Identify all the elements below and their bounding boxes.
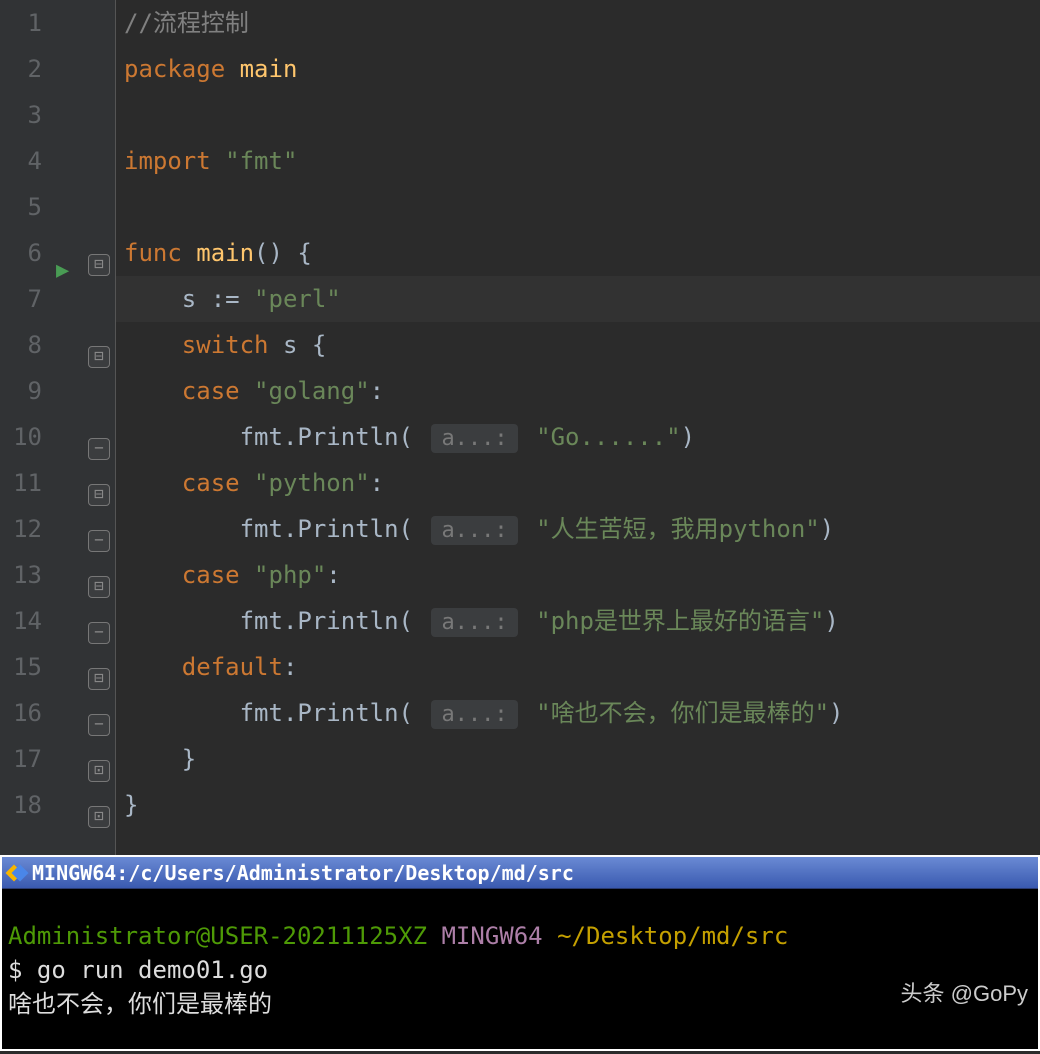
code-punct: )	[681, 423, 695, 451]
terminal-cwd: ~/Desktop/md/src	[557, 922, 788, 950]
fold-toggle-icon[interactable]: −	[88, 530, 110, 552]
code-text: fmt.Println(	[124, 699, 427, 727]
code-keyword: import	[124, 147, 225, 175]
code-area[interactable]: //流程控制 package main import "fmt" func ma…	[116, 0, 1040, 855]
terminal-title-path: :/c/Users/Administrator/Desktop/md/src	[116, 861, 574, 885]
terminal-window[interactable]: MINGW64:/c/Users/Administrator/Desktop/m…	[0, 855, 1040, 1051]
line-number-gutter: 1 2 3 4 5 6 7 8 9 10 11 12 13 14 15 16 1…	[0, 0, 50, 855]
terminal-body[interactable]: Administrator@USER-20211125XZ MINGW64 ~/…	[2, 889, 1038, 1027]
line-number: 18	[0, 782, 42, 828]
parameter-hint: a...:	[431, 700, 517, 729]
code-string: "Go......"	[522, 423, 681, 451]
parameter-hint: a...:	[431, 516, 517, 545]
code-identifier: main	[240, 55, 298, 83]
code-string: "golang"	[254, 377, 370, 405]
fold-toggle-icon[interactable]: ⊟	[88, 254, 110, 276]
code-editor[interactable]: 1 2 3 4 5 6 7 8 9 10 11 12 13 14 15 16 1…	[0, 0, 1040, 855]
line-number: 13	[0, 552, 42, 598]
terminal-title-host: MINGW64	[32, 861, 116, 885]
code-punct: :	[283, 653, 297, 681]
fold-toggle-icon[interactable]: ⊡	[88, 760, 110, 782]
terminal-env: MINGW64	[441, 922, 542, 950]
code-string: "人生苦短，我用python"	[522, 515, 820, 543]
fold-toggle-icon[interactable]: ⊟	[88, 346, 110, 368]
line-number: 2	[0, 46, 42, 92]
code-punct: :	[370, 469, 384, 497]
line-number: 1	[0, 0, 42, 46]
line-number: 12	[0, 506, 42, 552]
line-number: 7	[0, 276, 42, 322]
line-number: 17	[0, 736, 42, 782]
line-number: 16	[0, 690, 42, 736]
terminal-output: 啥也不会，你们是最棒的	[8, 987, 1032, 1021]
terminal-command: go run demo01.go	[37, 956, 268, 984]
code-keyword: package	[124, 55, 240, 83]
code-string: "fmt"	[225, 147, 297, 175]
code-keyword: case	[124, 469, 254, 497]
line-number: 9	[0, 368, 42, 414]
code-punct: :	[326, 561, 340, 589]
code-punct: )	[824, 607, 838, 635]
code-text: fmt.Println(	[124, 607, 427, 635]
line-number: 10	[0, 414, 42, 460]
line-number: 11	[0, 460, 42, 506]
code-text: s :=	[124, 285, 254, 313]
code-punct: )	[829, 699, 843, 727]
code-text: fmt.Println(	[124, 423, 427, 451]
code-string: "python"	[254, 469, 370, 497]
terminal-user: Administrator@USER-20211125XZ	[8, 922, 427, 950]
code-string: "perl"	[254, 285, 341, 313]
fold-gutter: ⊟ ⊟ − ⊟ − ⊟ − ⊟ − ⊡ ⊡	[86, 0, 116, 855]
code-string: "啥也不会，你们是最棒的"	[522, 699, 829, 727]
parameter-hint: a...:	[431, 608, 517, 637]
fold-toggle-icon[interactable]: ⊟	[88, 576, 110, 598]
fold-toggle-icon[interactable]: −	[88, 714, 110, 736]
parameter-hint: a...:	[431, 424, 517, 453]
fold-toggle-icon[interactable]: ⊟	[88, 484, 110, 506]
code-string: "php"	[254, 561, 326, 589]
line-number: 8	[0, 322, 42, 368]
terminal-titlebar[interactable]: MINGW64:/c/Users/Administrator/Desktop/m…	[2, 857, 1038, 889]
code-text: fmt.Println(	[124, 515, 427, 543]
code-keyword: func	[124, 239, 196, 267]
code-punct: )	[820, 515, 834, 543]
code-identifier: main	[196, 239, 254, 267]
code-punct: :	[370, 377, 384, 405]
code-text: }	[124, 745, 196, 773]
line-number: 4	[0, 138, 42, 184]
code-text: s {	[283, 331, 326, 359]
code-punct: () {	[254, 239, 312, 267]
line-number: 14	[0, 598, 42, 644]
code-keyword: switch	[124, 331, 283, 359]
run-icon[interactable]: ▶	[56, 248, 69, 294]
fold-toggle-icon[interactable]: −	[88, 622, 110, 644]
code-keyword: default	[124, 653, 283, 681]
line-number: 6	[0, 230, 42, 276]
line-number: 5	[0, 184, 42, 230]
code-text: }	[124, 791, 138, 819]
watermark-text: 头条 @GoPy	[901, 977, 1028, 1011]
code-comment: //流程控制	[124, 9, 249, 37]
fold-toggle-icon[interactable]: ⊟	[88, 668, 110, 690]
fold-toggle-icon[interactable]: ⊡	[88, 806, 110, 828]
terminal-app-icon	[8, 864, 26, 882]
terminal-prompt: $	[8, 956, 37, 984]
run-gutter: ▶	[50, 0, 86, 855]
fold-toggle-icon[interactable]: −	[88, 438, 110, 460]
code-keyword: case	[124, 561, 254, 589]
code-keyword: case	[124, 377, 254, 405]
code-string: "php是世界上最好的语言"	[522, 607, 825, 635]
line-number: 3	[0, 92, 42, 138]
line-number: 15	[0, 644, 42, 690]
